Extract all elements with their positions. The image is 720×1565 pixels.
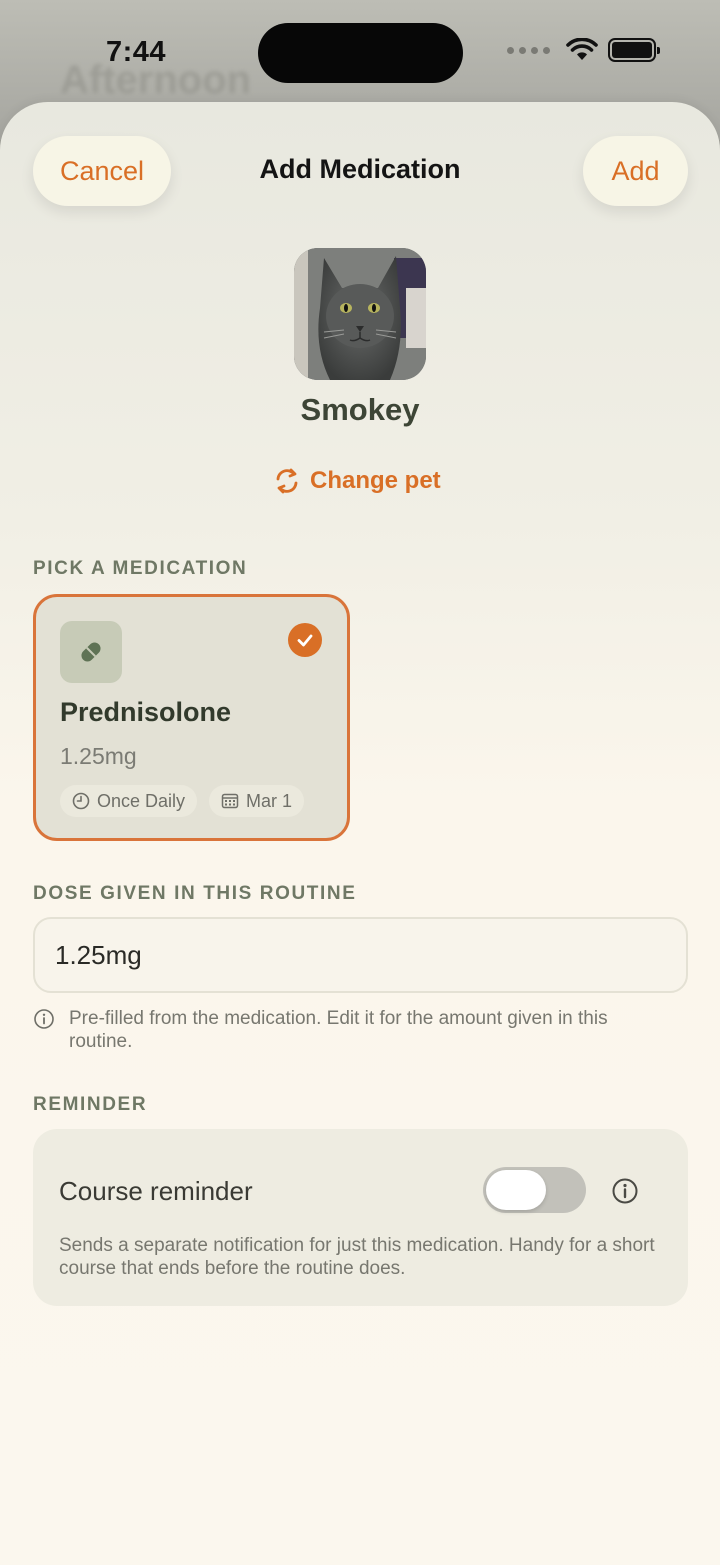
calendar-icon [221,793,239,809]
status-icons [507,38,660,62]
selected-check-icon [288,623,322,657]
add-button[interactable]: Add [583,136,688,206]
pet-name: Smokey [300,392,420,427]
frequency-chip: Once Daily [60,785,198,817]
wifi-icon [566,38,598,60]
medication-dose: 1.25mg [60,743,137,769]
info-icon[interactable] [611,1177,639,1205]
change-pet-button[interactable]: Change pet [272,466,441,496]
battery-icon [608,38,660,62]
change-pet-label: Change pet [310,467,441,494]
course-reminder-toggle[interactable] [483,1167,586,1213]
pet-photo [294,248,426,380]
course-reminder-description: Sends a separate notification for just t… [59,1235,655,1279]
course-reminder-label: Course reminder [59,1176,253,1206]
medication-section-label: PICK A MEDICATION [33,558,248,579]
medication-card[interactable]: Prednisolone 1.25mg Once Daily Mar 1 [33,594,350,841]
start-date-label: Mar 1 [246,790,293,811]
frequency-label: Once Daily [97,790,186,811]
swap-arrows-icon [276,468,298,494]
pill-icon [60,621,122,683]
dose-hint: Pre-filled from the medication. Edit it … [33,1007,653,1053]
reminder-section-label: REMINDER [33,1094,148,1115]
clock-icon [72,792,90,810]
medication-name: Prednisolone [60,697,232,727]
dose-section-label: DOSE GIVEN IN THIS ROUTINE [33,883,357,904]
add-medication-sheet: Cancel Add Medication Add Smokey Change … [0,102,720,1565]
start-date-chip: Mar 1 [209,785,305,817]
dynamic-island [258,23,463,83]
dose-hint-text: Pre-filled from the medication. Edit it … [69,1008,608,1052]
cellular-dots-icon [507,46,550,54]
reminder-card: Course reminder Sends a separate notific… [33,1129,688,1306]
dose-input[interactable]: 1.25mg [33,917,688,993]
status-time: 7:44 [106,36,167,68]
info-icon [34,1009,54,1029]
